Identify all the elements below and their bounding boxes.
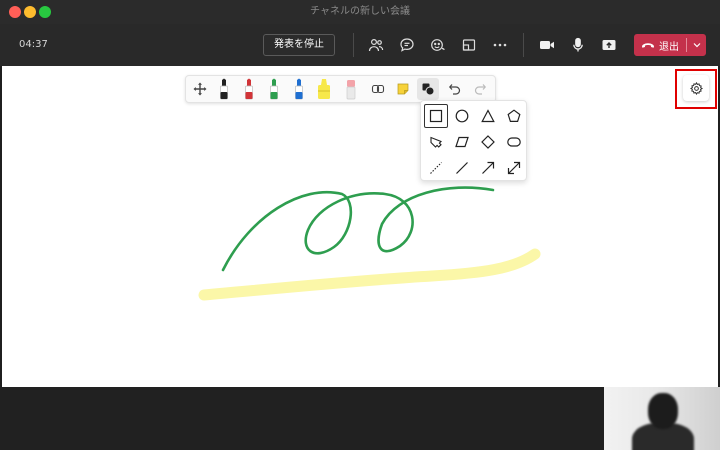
reactions-icon[interactable] (428, 35, 448, 55)
leave-button[interactable]: 退出 (634, 34, 706, 56)
redo-icon[interactable] (469, 78, 491, 100)
rooms-icon[interactable] (459, 35, 479, 55)
diamond-shape-icon[interactable] (476, 130, 500, 154)
red-pen-icon[interactable] (238, 78, 260, 100)
triangle-shape-icon[interactable] (476, 104, 500, 128)
rounded-rectangle-shape-icon[interactable] (502, 130, 526, 154)
block-arrow-shape-icon[interactable] (424, 130, 448, 154)
black-pen-icon[interactable] (213, 78, 235, 100)
chevron-down-icon (693, 43, 700, 48)
pentagon-shape-icon[interactable] (502, 104, 526, 128)
title-bar: チャネルの新しい会議 (0, 0, 720, 24)
more-icon[interactable] (490, 35, 510, 55)
parallelogram-shape-icon[interactable] (450, 130, 474, 154)
self-video-preview[interactable] (604, 387, 720, 450)
green-pen-stroke (221, 186, 495, 272)
highlighter-icon[interactable] (313, 78, 335, 100)
meeting-timer: 04:37 (19, 39, 48, 50)
hang-up-icon (642, 43, 654, 48)
toolbar-divider (353, 33, 354, 57)
square-shape-icon[interactable] (424, 104, 448, 128)
move-tool-icon[interactable] (189, 78, 211, 100)
undo-icon[interactable] (444, 78, 466, 100)
ink-layer (198, 186, 541, 301)
lasso-select-icon[interactable] (367, 78, 389, 100)
people-icon[interactable] (366, 35, 386, 55)
double-arrow-shape-icon[interactable] (502, 156, 526, 180)
shapes-tool-icon[interactable] (417, 78, 439, 100)
teams-meeting-window: チャネルの新しい会議 04:37 発表を停止 退出 (0, 0, 720, 450)
whiteboard-canvas[interactable] (2, 66, 718, 387)
meeting-toolbar: 04:37 発表を停止 退出 (0, 24, 720, 66)
sticky-note-icon[interactable] (392, 78, 414, 100)
dashed-line-shape-icon[interactable] (424, 156, 448, 180)
window-title: チャネルの新しい会議 (310, 6, 410, 17)
chat-icon[interactable] (397, 35, 417, 55)
blue-pen-icon[interactable] (288, 78, 310, 100)
callout-highlight-frame (675, 69, 717, 109)
leave-main-button[interactable]: 退出 (634, 34, 686, 56)
line-shape-icon[interactable] (450, 156, 474, 180)
eraser-icon[interactable] (340, 78, 362, 100)
mic-icon[interactable] (568, 35, 588, 55)
leave-label: 退出 (659, 41, 679, 53)
participant-head (648, 393, 678, 429)
shape-picker-panel (420, 100, 527, 181)
green-pen-icon[interactable] (263, 78, 285, 100)
inking-toolbar (185, 75, 496, 103)
leave-options-button[interactable] (687, 34, 706, 56)
arrow-shape-icon[interactable] (476, 156, 500, 180)
highlighter-stroke (198, 248, 541, 301)
toolbar-divider (523, 33, 524, 57)
stop-presenting-button[interactable]: 発表を停止 (263, 34, 335, 56)
circle-shape-icon[interactable] (450, 104, 474, 128)
share-content-icon[interactable] (599, 35, 619, 55)
camera-icon[interactable] (537, 35, 557, 55)
